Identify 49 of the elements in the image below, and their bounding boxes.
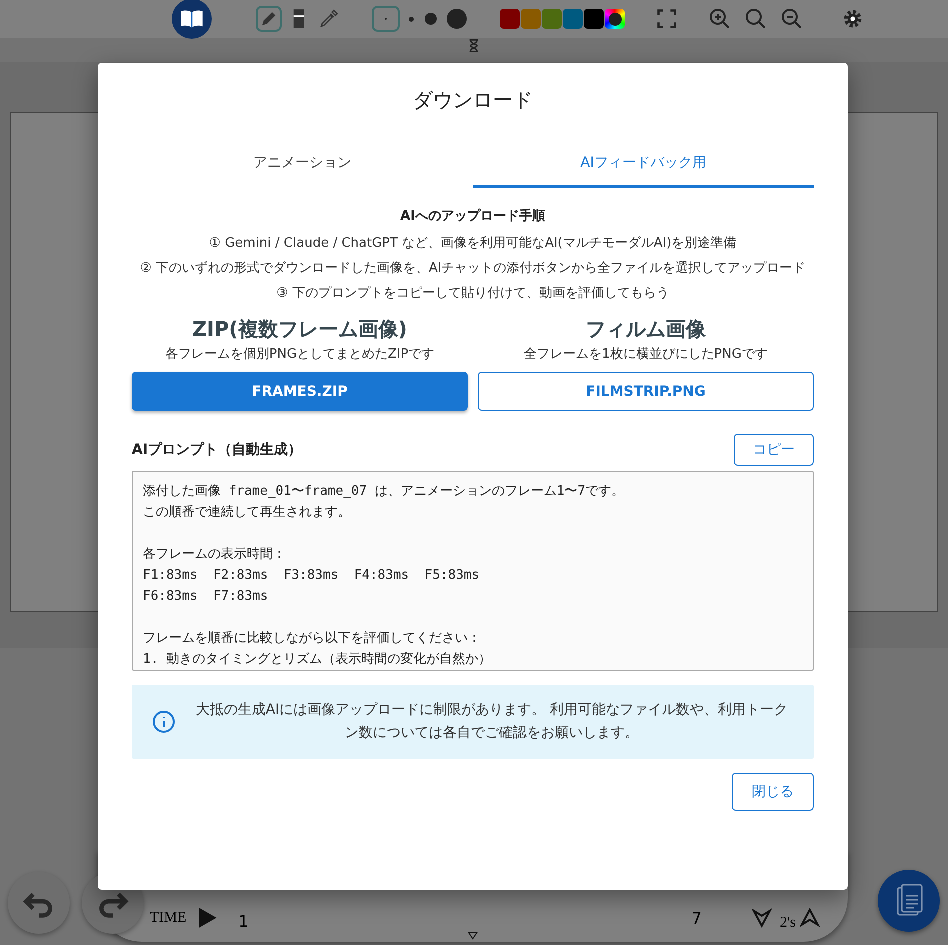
- zoom-in-icon[interactable]: [708, 7, 732, 31]
- prompt-line: この順番で連続して再生されます。: [143, 504, 352, 522]
- copy-button[interactable]: コピー: [734, 434, 814, 466]
- notice-text: 大抵の生成AIには画像アップロードに制限があります。 利用可能なファイル数や、利用トークン数については各自でご確認をお願いします。: [194, 701, 790, 743]
- instruction-step: ② 下のいずれの形式でダウンロードした画像を、AIチャットの添付ボタンから全ファイルを選択してアップロード: [132, 256, 814, 281]
- settings-icon[interactable]: [842, 8, 864, 30]
- color-swatch[interactable]: [542, 9, 562, 29]
- instructions-heading: AIへのアップロード手順: [400, 208, 546, 225]
- color-wheel-icon[interactable]: [605, 9, 625, 29]
- color-swatch[interactable]: [500, 9, 520, 29]
- frame-start: 1: [238, 912, 249, 930]
- book-logo-icon[interactable]: [172, 0, 212, 39]
- time-label: TIME: [150, 910, 187, 926]
- color-swatch[interactable]: [521, 9, 541, 29]
- fullscreen-icon[interactable]: [656, 8, 678, 30]
- download-button[interactable]: FILMSTRIP.PNG: [478, 372, 814, 411]
- color-swatch[interactable]: [563, 9, 583, 29]
- prompt-line: フレームを順番に比較しながら以下を評価してください：: [143, 630, 482, 648]
- search-icon[interactable]: [744, 7, 768, 31]
- info-icon: [152, 710, 176, 734]
- dialog-tab[interactable]: アニメーション: [132, 140, 473, 188]
- zoom-out-icon[interactable]: [780, 7, 804, 31]
- prompt-line: F6:83ms F7:83ms: [143, 588, 270, 606]
- play-icon[interactable]: [198, 908, 217, 928]
- prompt-label: AIプロンプト（自動生成）: [132, 441, 302, 459]
- prompt-field[interactable]: 添付した画像 frame_01〜frame_07 は、アニメーションのフレーム1〜7です。 この順番で連続して再生されます。 各フレームの表示時間： F1:83ms F2:83ms F3:83ms F4:83ms F5:83ms F6:83ms F7:83ms フレームを順番に比較しながら以下を評価してください： 1. 動きのタイミングとリズム（表示時間の変化が自然か）: [132, 471, 814, 671]
- dialog-title: ダウンロード: [412, 87, 534, 114]
- download-title: フィルム画像: [586, 316, 706, 343]
- frame-end: 7: [692, 908, 702, 928]
- arrow-down-icon[interactable]: [752, 908, 772, 928]
- instruction-step: ① Gemini / Claude / ChatGPT など、画像を利用可能なAI(マルチモーダルAI)を別途準備: [132, 231, 814, 256]
- dialog-tab[interactable]: AIフィードバック用: [473, 140, 814, 188]
- prompt-line: 各フレームの表示時間：: [143, 546, 287, 564]
- prompt-line: 1. 動きのタイミングとリズム（表示時間の変化が自然か）: [143, 651, 492, 669]
- download-description: 全フレームを1枚に横並びにしたPNGです: [524, 346, 768, 363]
- arrow-up-icon[interactable]: [800, 908, 820, 928]
- download-title: ZIP(複数フレーム画像): [192, 316, 408, 343]
- color-swatch[interactable]: [584, 9, 604, 29]
- instruction-step: ③ 下のプロンプトをコピーして貼り付けて、動画を評価してもらう: [132, 281, 814, 306]
- document-icon: [894, 884, 924, 918]
- download-button[interactable]: FRAMES.ZIP: [132, 372, 468, 411]
- prompt-line: 添付した画像 frame_01〜frame_07 は、アニメーションのフレーム1〜7です。: [143, 483, 626, 501]
- prompt-line: F1:83ms F2:83ms F3:83ms F4:83ms F5:83ms: [143, 567, 481, 585]
- hourglass-icon[interactable]: [469, 38, 479, 52]
- menu-button[interactable]: [878, 870, 940, 932]
- close-button[interactable]: 閉じる: [732, 773, 814, 811]
- speed-label: 2's: [780, 914, 796, 932]
- undo-button[interactable]: [8, 872, 70, 934]
- download-description: 各フレームを個別PNGとしてまとめたZIPです: [165, 346, 435, 363]
